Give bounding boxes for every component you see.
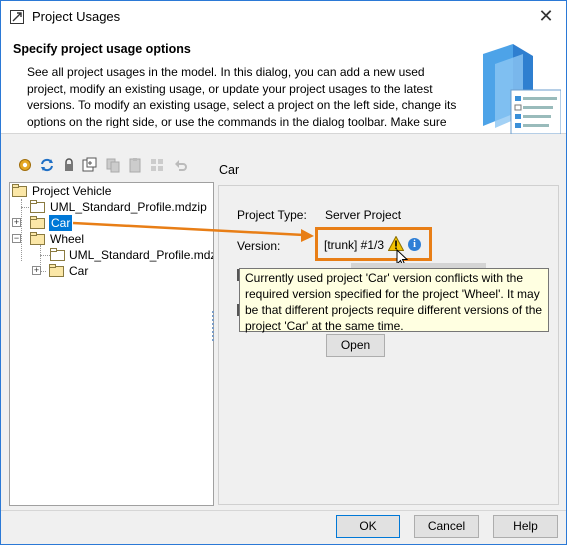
expand-icon[interactable]: + (12, 218, 21, 227)
package-icon (30, 200, 45, 213)
details-title: Car (219, 163, 240, 177)
header-illustration-icon (483, 44, 561, 134)
close-icon[interactable]: ✕ (533, 5, 559, 27)
tree-item-label: Car (69, 264, 89, 278)
tree-item-label: Wheel (50, 232, 85, 246)
collapse-icon[interactable]: − (12, 234, 21, 243)
gear-icon[interactable] (17, 157, 33, 173)
tree-connector (21, 199, 22, 261)
package-icon (49, 264, 64, 277)
footer-separator (1, 510, 566, 511)
conflict-tooltip: Currently used project 'Car' version con… (239, 268, 549, 333)
tree-item-label: UML_Standard_Profile.mdz (69, 248, 214, 262)
project-type-label: Project Type: (237, 208, 307, 222)
undo-icon[interactable] (173, 157, 189, 173)
package-icon (50, 248, 65, 261)
refresh-icon[interactable] (39, 157, 55, 173)
open-button[interactable]: Open (326, 334, 385, 357)
package-icon (30, 216, 45, 229)
header-description: See all project usages in the model. In … (27, 65, 457, 128)
expand-icon[interactable]: + (32, 266, 41, 275)
window-title: Project Usages (32, 9, 121, 24)
tree-item-label: Project Vehicle (32, 184, 112, 198)
project-type-value: Server Project (325, 208, 402, 222)
header-heading: Specify project usage options (13, 42, 191, 56)
app-icon (10, 10, 24, 24)
tree-item-label: Car (49, 215, 73, 231)
cancel-button[interactable]: Cancel (414, 515, 479, 538)
dialog-window: Project Usages ✕ Specify project usage o… (0, 0, 567, 545)
version-label: Version: (237, 239, 281, 253)
copy-icon[interactable] (105, 157, 121, 173)
package-icon (12, 184, 27, 197)
panel-splitter[interactable] (212, 311, 216, 341)
paste-icon[interactable] (127, 157, 143, 173)
package-icon (30, 232, 45, 245)
title-bar: Project Usages ✕ (1, 1, 566, 32)
project-tree[interactable]: Project Vehicle UML_Standard_Profile.mdz… (9, 182, 214, 506)
dialog-header: Specify project usage options See all pr… (1, 32, 566, 134)
ok-button[interactable]: OK (336, 515, 400, 538)
help-button[interactable]: Help (493, 515, 558, 538)
version-highlight-callout (315, 227, 432, 261)
lock-icon[interactable] (61, 157, 77, 173)
share-icon[interactable] (149, 157, 165, 173)
import-icon[interactable] (81, 157, 97, 173)
tree-item-label: UML_Standard_Profile.mdzip (50, 200, 207, 214)
